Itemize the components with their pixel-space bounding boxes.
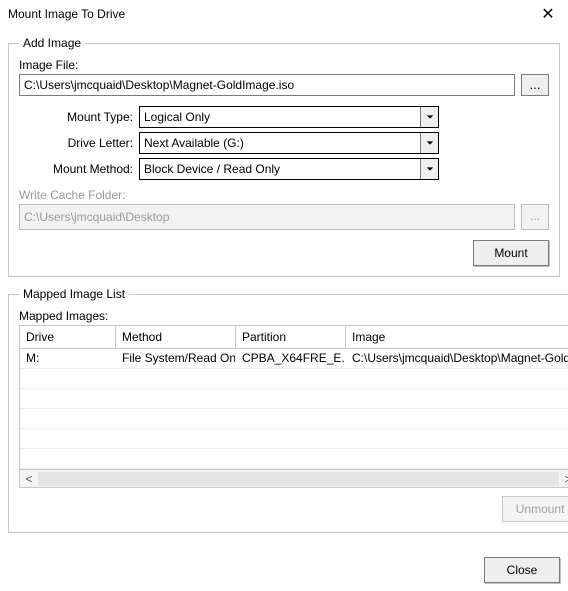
close-button[interactable]: Close [484,557,560,583]
dialog-footer: Close [0,551,568,591]
scroll-left-icon[interactable]: < [20,472,38,486]
image-file-input[interactable] [19,74,515,96]
column-header-partition[interactable]: Partition [236,326,346,348]
unmount-button: Unmount [502,496,568,522]
mount-button[interactable]: Mount [473,240,549,266]
unmount-button-row: Unmount [19,496,568,522]
dialog-body: Add Image Image File: ... Mount Type: Lo… [0,28,568,551]
close-icon[interactable]: ✕ [536,4,560,24]
cell-drive: M: [20,349,116,368]
mapped-images-table[interactable]: Drive Method Partition Image M: File Sys… [19,325,568,488]
image-file-row: ... [19,74,549,96]
table-header: Drive Method Partition Image [20,326,568,349]
table-row[interactable]: M: File System/Read Only CPBA_X64FRE_E..… [20,349,568,369]
image-file-label: Image File: [19,58,549,72]
scrollbar-track[interactable] [38,472,559,486]
drive-letter-label: Drive Letter: [19,136,139,150]
table-row [20,449,568,469]
mount-type-row: Mount Type: Logical Only [19,106,549,128]
write-cache-label: Write Cache Folder: [19,188,549,202]
window-title: Mount Image To Drive [8,7,125,21]
column-header-image[interactable]: Image [346,326,568,348]
add-image-legend: Add Image [19,36,85,50]
chevron-down-icon [420,107,438,127]
write-cache-row: ... [19,204,549,230]
table-row [20,429,568,449]
drive-letter-select[interactable]: Next Available (G:) [139,132,439,154]
chevron-down-icon [420,159,438,179]
mount-method-select[interactable]: Block Device / Read Only [139,158,439,180]
cell-method: File System/Read Only [116,349,236,368]
add-image-group: Add Image Image File: ... Mount Type: Lo… [8,36,560,277]
chevron-down-icon [420,133,438,153]
mount-method-label: Mount Method: [19,162,139,176]
column-header-drive[interactable]: Drive [20,326,116,348]
table-row [20,409,568,429]
title-bar: Mount Image To Drive ✕ [0,0,568,28]
column-header-method[interactable]: Method [116,326,236,348]
cell-image: C:\Users\jmcquaid\Desktop\Magnet-Gold [346,349,568,368]
mount-button-row: Mount [19,240,549,266]
image-file-browse-button[interactable]: ... [521,74,549,96]
drive-letter-value: Next Available (G:) [140,133,420,153]
mount-method-value: Block Device / Read Only [140,159,420,179]
table-row [20,369,568,389]
table-body: M: File System/Read Only CPBA_X64FRE_E..… [20,349,568,469]
mount-type-value: Logical Only [140,107,420,127]
mount-type-label: Mount Type: [19,110,139,124]
drive-letter-row: Drive Letter: Next Available (G:) [19,132,549,154]
scroll-right-icon[interactable]: > [559,472,568,486]
mount-method-row: Mount Method: Block Device / Read Only [19,158,549,180]
mapped-images-label: Mapped Images: [19,309,568,323]
write-cache-input [19,204,515,230]
mapped-image-list-group: Mapped Image List Mapped Images: Drive M… [8,287,568,533]
table-row [20,389,568,409]
write-cache-browse-button: ... [521,204,549,230]
cell-partition: CPBA_X64FRE_E... [236,349,346,368]
mapped-image-list-legend: Mapped Image List [19,287,129,301]
mount-type-select[interactable]: Logical Only [139,106,439,128]
horizontal-scrollbar[interactable]: < > [20,469,568,487]
